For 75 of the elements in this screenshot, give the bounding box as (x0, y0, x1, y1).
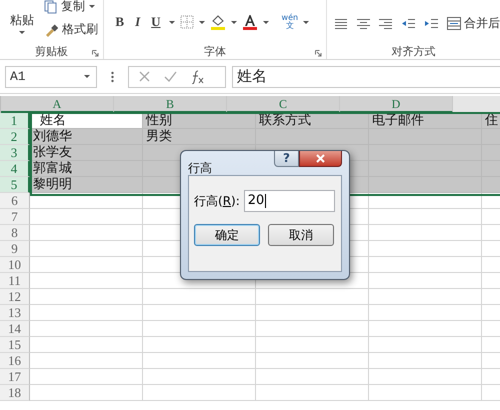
row-header[interactable]: 2 (0, 129, 30, 145)
row-header[interactable]: 15 (0, 337, 30, 353)
caret-icon[interactable] (19, 31, 25, 34)
underline-button[interactable]: U (148, 14, 164, 30)
caret-icon[interactable] (262, 20, 269, 24)
brush-icon (44, 22, 58, 36)
column-header[interactable]: B (114, 96, 227, 113)
align-right-icon[interactable] (379, 18, 392, 30)
align-center-icon[interactable] (357, 18, 370, 30)
column-header[interactable]: C (227, 96, 340, 113)
caret-icon[interactable] (198, 20, 205, 24)
row-header[interactable]: 10 (0, 257, 30, 273)
check-icon[interactable] (164, 71, 177, 82)
table-cell: 黎明明 (30, 177, 143, 193)
dialog-launcher-icon[interactable] (315, 50, 322, 57)
field-label: 行高(R): (194, 192, 240, 210)
more-icon[interactable] (111, 70, 114, 82)
row-header[interactable]: 11 (0, 273, 30, 289)
table-cell: 刘德华 (30, 129, 143, 145)
row-header[interactable]: 8 (0, 225, 30, 241)
dialog-launcher-icon[interactable] (92, 50, 100, 57)
row-header[interactable]: 13 (0, 305, 30, 321)
group-label: 剪贴板 (35, 44, 68, 58)
table-cell: 郭富城 (30, 161, 143, 177)
caret-icon[interactable] (168, 20, 175, 24)
table-cell: 性别 (143, 113, 256, 129)
group-label: 字体 (204, 44, 226, 58)
caret-icon[interactable] (84, 75, 90, 78)
align-left-icon[interactable] (335, 18, 348, 30)
close-icon (316, 154, 325, 163)
row-header[interactable]: 17 (0, 369, 30, 385)
phonetic-button[interactable]: wén 文 (282, 14, 298, 30)
row-header[interactable]: 4 (0, 161, 30, 177)
column-header[interactable]: A (1, 96, 114, 113)
caret-icon[interactable] (303, 20, 310, 24)
row-header[interactable]: 18 (0, 385, 30, 401)
paste-button[interactable]: 粘贴 (10, 12, 34, 29)
name-box[interactable]: A1 (5, 66, 97, 88)
merge-button[interactable]: 合并后 (464, 15, 500, 32)
row-header[interactable]: 14 (0, 321, 30, 337)
decrease-indent-icon[interactable] (401, 18, 415, 30)
function-icon[interactable] (191, 70, 205, 84)
row-header[interactable]: 1 (0, 113, 30, 129)
close-button[interactable] (299, 151, 342, 167)
dialog-title: 行高 (188, 160, 212, 177)
group-label: 对齐方式 (392, 44, 436, 58)
format-painter-button[interactable]: 格式刷 (62, 21, 98, 38)
caret-icon[interactable] (89, 5, 95, 8)
bold-button[interactable]: B (112, 14, 128, 30)
merge-icon[interactable] (447, 17, 461, 30)
caret-icon[interactable] (230, 20, 237, 24)
table-cell: 住 (482, 113, 500, 129)
table-cell: 姓名 (30, 113, 143, 129)
copy-button[interactable]: 复制 (61, 0, 85, 15)
row-header[interactable]: 7 (0, 209, 30, 225)
row-header[interactable]: 16 (0, 353, 30, 369)
table-cell: 张学友 (30, 145, 143, 161)
row-header[interactable]: 5 (0, 177, 30, 193)
table-cell: 电子邮件 (369, 113, 482, 129)
dialog-button[interactable]: 取消 (268, 224, 334, 246)
row-header[interactable]: 6 (0, 193, 30, 209)
font-color-icon[interactable] (242, 14, 258, 30)
row-height-field[interactable]: 20 (244, 190, 335, 212)
dialog-button[interactable]: 确定 (194, 224, 260, 246)
italic-button[interactable]: I (132, 14, 144, 30)
formula-field[interactable]: 姓名 (232, 66, 500, 88)
table-cell: 男类 (143, 129, 256, 145)
column-header[interactable]: D (340, 96, 453, 113)
border-icon[interactable] (180, 15, 194, 29)
row-header[interactable]: 12 (0, 289, 30, 305)
fill-color-icon[interactable] (210, 14, 226, 30)
increase-indent-icon[interactable] (424, 18, 438, 30)
row-header[interactable]: 9 (0, 241, 30, 257)
row-header[interactable]: 3 (0, 145, 30, 161)
help-button[interactable]: ? (274, 151, 299, 167)
